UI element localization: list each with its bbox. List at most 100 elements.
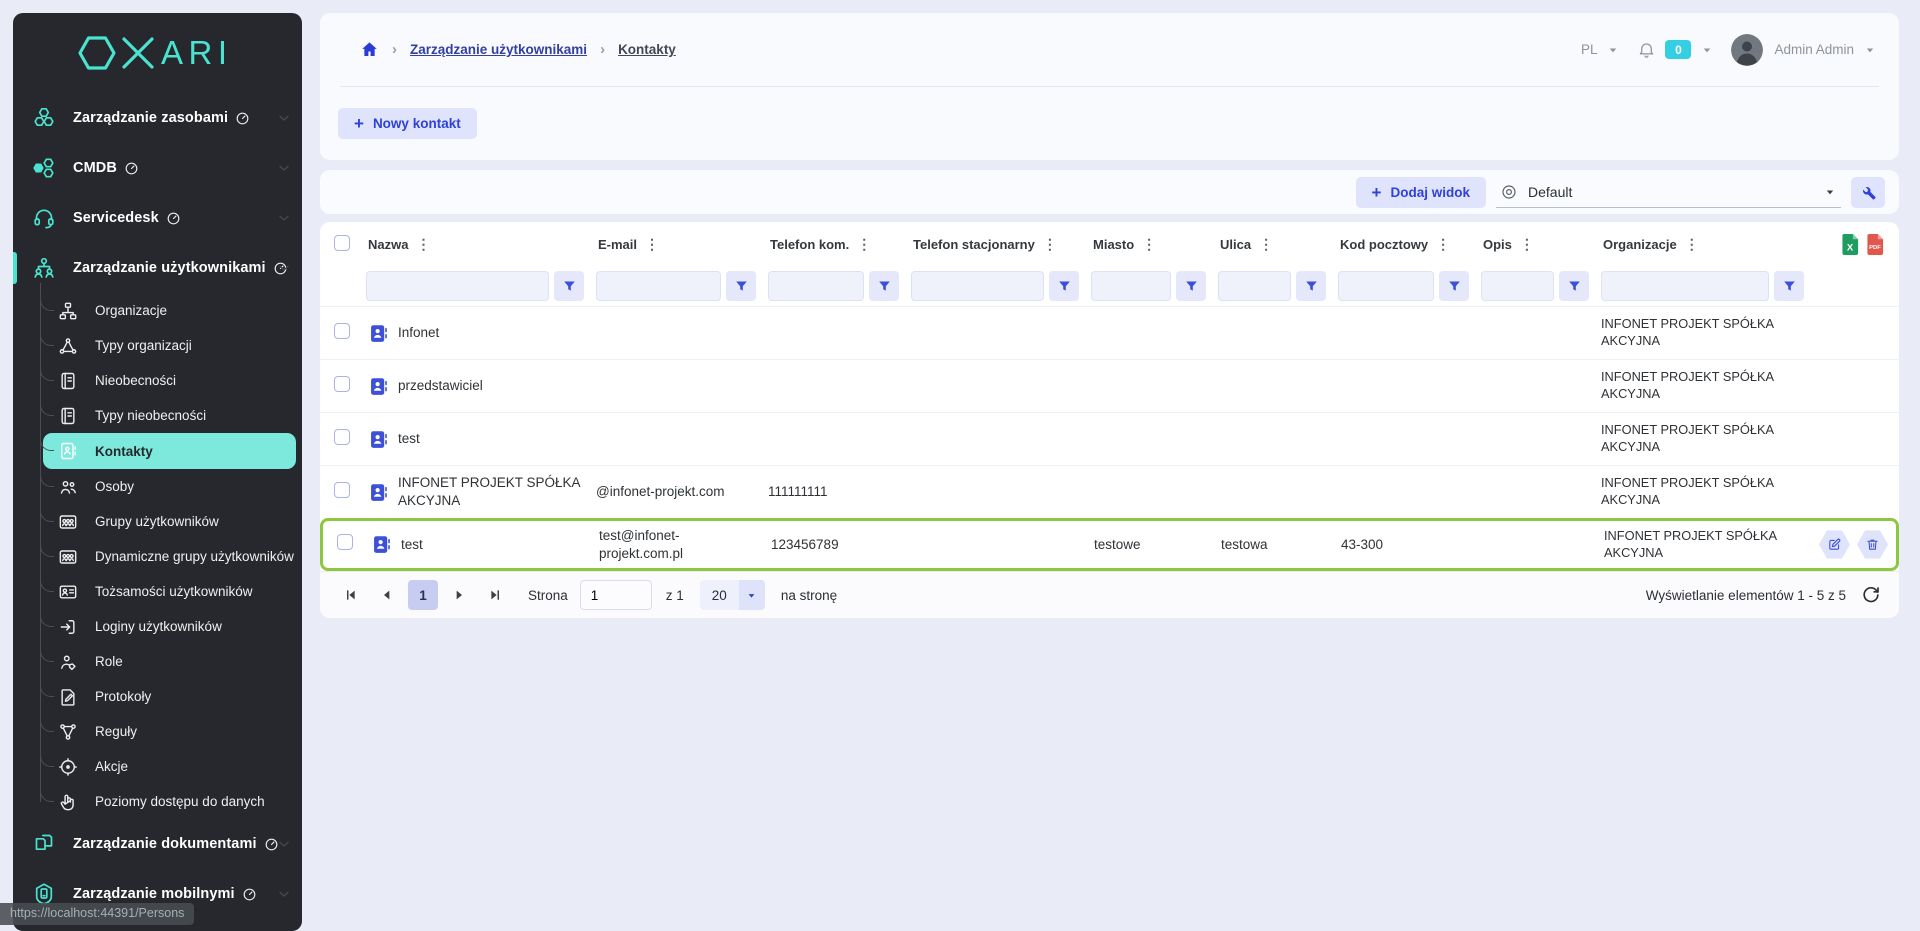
column-header-email[interactable]: E-mail⋮: [596, 236, 768, 253]
filter-input-telefon-stacjonarny[interactable]: [911, 271, 1044, 301]
column-header-nazwa[interactable]: Nazwa⋮: [366, 236, 596, 253]
sidebar-item-typy-organizacji[interactable]: Typy organizacji: [13, 328, 302, 363]
bell-icon[interactable]: [1637, 40, 1656, 59]
breadcrumb-link-contacts[interactable]: Kontakty: [618, 42, 676, 57]
sidebar-item-zarzadzanie-uzytkownikami[interactable]: Zarządzanie użytkownikami: [13, 243, 302, 293]
sidebar-item-loginy-uzytkownikow[interactable]: Loginy użytkowników: [13, 609, 302, 644]
sidebar-item-kontakty[interactable]: Kontakty: [43, 433, 296, 469]
select-all-checkbox[interactable]: [334, 235, 350, 251]
column-menu-icon[interactable]: ⋮: [1685, 236, 1699, 253]
sidebar-item-cmdb[interactable]: CMDB: [13, 143, 302, 193]
row-checkbox[interactable]: [334, 376, 350, 392]
cell-miasto: testowe: [1094, 536, 1221, 554]
first-page-button[interactable]: [336, 580, 366, 610]
chevron-down-icon[interactable]: [1606, 43, 1620, 57]
column-header-kod-pocztowy[interactable]: Kod pocztowy⋮: [1338, 236, 1481, 253]
sidebar-item-servicedesk[interactable]: Servicedesk: [13, 193, 302, 243]
contact-row[interactable]: INFONET PROJEKT SPÓŁKA AKCYJNA@infonet-p…: [320, 465, 1899, 518]
previous-page-button[interactable]: [372, 580, 402, 610]
column-menu-icon[interactable]: ⋮: [857, 236, 871, 253]
filter-button-kod-pocztowy[interactable]: [1439, 271, 1469, 301]
sidebar-item-nieobecnosci[interactable]: Nieobecności: [13, 363, 302, 398]
sidebar-item-organizacje[interactable]: Organizacje: [13, 293, 302, 328]
contact-row[interactable]: przedstawicielINFONET PROJEKT SPÓŁKA AKC…: [320, 359, 1899, 412]
table-filter-row: [320, 266, 1899, 306]
contact-row[interactable]: testtest@infonet-projekt.com.pl123456789…: [320, 518, 1899, 571]
sidebar-item-dynamiczne-grupy-uzytkownikow[interactable]: Dynamiczne grupy użytkowników: [13, 539, 302, 574]
filter-input-email[interactable]: [596, 271, 721, 301]
filter-button-telefon-kom[interactable]: [869, 271, 899, 301]
filter-button-organizacje[interactable]: [1774, 271, 1804, 301]
pdf-export-icon[interactable]: PDF: [1866, 233, 1885, 256]
filter-input-organizacje[interactable]: [1601, 271, 1769, 301]
chevron-down-icon[interactable]: [1863, 43, 1877, 57]
avatar[interactable]: [1731, 34, 1763, 66]
sidebar-item-poziomy-dostepu-do-danych[interactable]: Poziomy dostępu do danych: [13, 784, 302, 819]
row-checkbox[interactable]: [337, 534, 353, 550]
page-size-select[interactable]: 20: [700, 580, 765, 610]
column-menu-icon[interactable]: ⋮: [1436, 236, 1450, 253]
excel-export-icon[interactable]: X: [1841, 233, 1860, 256]
page-number-button[interactable]: 1: [408, 580, 438, 610]
pagination-controls: 1 Strona z 1 20 na stronę: [336, 580, 837, 610]
sidebar-item-typy-nieobecnosci[interactable]: Typy nieobecności: [13, 398, 302, 433]
sidebar-item-akcje[interactable]: Akcje: [13, 749, 302, 784]
breadcrumb-link-users[interactable]: Zarządzanie użytkownikami: [410, 42, 587, 57]
last-page-button[interactable]: [480, 580, 510, 610]
column-header-telefon-stacjonarny[interactable]: Telefon stacjonarny⋮: [911, 236, 1091, 253]
column-menu-icon[interactable]: ⋮: [1043, 236, 1057, 253]
column-menu-icon[interactable]: ⋮: [645, 236, 659, 253]
contact-row[interactable]: testINFONET PROJEKT SPÓŁKA AKCYJNA: [320, 412, 1899, 465]
sidebar-item-tozsamosci-uzytkownikow[interactable]: Tożsamości użytkowników: [13, 574, 302, 609]
row-checkbox[interactable]: [334, 482, 350, 498]
chevron-down-icon[interactable]: [1700, 43, 1714, 57]
sidebar-item-protokoly[interactable]: Protokoły: [13, 679, 302, 714]
edit-row-button[interactable]: [1819, 530, 1850, 560]
sidebar-item-grupy-uzytkownikow[interactable]: Grupy użytkowników: [13, 504, 302, 539]
sidebar-item-zarzadzanie-dokumentami[interactable]: Zarządzanie dokumentami: [13, 819, 302, 869]
filter-button-nazwa[interactable]: [554, 271, 584, 301]
column-header-opis[interactable]: Opis⋮: [1481, 236, 1601, 253]
delete-row-button[interactable]: [1857, 530, 1888, 560]
sidebar-item-zarzadzanie-zasobami[interactable]: Zarządzanie zasobami: [13, 93, 302, 143]
filter-input-nazwa[interactable]: [366, 271, 549, 301]
view-selector[interactable]: Default: [1496, 177, 1841, 208]
sidebar-item-role[interactable]: Role: [13, 644, 302, 679]
breadcrumb: › Zarządzanie użytkownikami › Kontakty: [360, 40, 676, 59]
filter-button-telefon-stacjonarny[interactable]: [1049, 271, 1079, 301]
column-header-ulica[interactable]: Ulica⋮: [1218, 236, 1338, 253]
filter-input-ulica[interactable]: [1218, 271, 1291, 301]
sidebar-item-reguly[interactable]: Reguły: [13, 714, 302, 749]
add-view-button[interactable]: + Dodaj widok: [1356, 177, 1486, 208]
row-checkbox[interactable]: [334, 323, 350, 339]
home-icon[interactable]: [360, 40, 379, 59]
next-page-button[interactable]: [444, 580, 474, 610]
page-input[interactable]: [580, 580, 652, 610]
user-menu[interactable]: Admin Admin: [1774, 42, 1854, 57]
filter-button-opis[interactable]: [1559, 271, 1589, 301]
view-settings-button[interactable]: [1851, 177, 1885, 208]
column-header-miasto[interactable]: Miasto⋮: [1091, 236, 1218, 253]
row-checkbox[interactable]: [334, 429, 350, 445]
column-header-organizacje[interactable]: Organizacje⋮: [1601, 236, 1816, 253]
language-selector[interactable]: PL: [1581, 42, 1598, 57]
filter-input-kod-pocztowy[interactable]: [1338, 271, 1434, 301]
filter-button-email[interactable]: [726, 271, 756, 301]
filter-input-miasto[interactable]: [1091, 271, 1171, 301]
column-menu-icon[interactable]: ⋮: [1142, 236, 1156, 253]
new-contact-button[interactable]: + Nowy kontakt: [338, 108, 477, 139]
filter-input-telefon-kom[interactable]: [768, 271, 864, 301]
column-menu-icon[interactable]: ⋮: [416, 236, 430, 253]
filter-input-opis[interactable]: [1481, 271, 1554, 301]
column-menu-icon[interactable]: ⋮: [1520, 236, 1534, 253]
column-menu-icon[interactable]: ⋮: [1259, 236, 1273, 253]
sidebar-item-label: Reguły: [95, 724, 137, 739]
sidebar-item-osoby[interactable]: Osoby: [13, 469, 302, 504]
gauge-icon: [235, 111, 250, 126]
column-header-telefon-kom[interactable]: Telefon kom.⋮: [768, 236, 911, 253]
refresh-button[interactable]: [1861, 585, 1881, 605]
contact-row[interactable]: InfonetINFONET PROJEKT SPÓŁKA AKCYJNA: [320, 306, 1899, 359]
filter-button-miasto[interactable]: [1176, 271, 1206, 301]
filter-button-ulica[interactable]: [1296, 271, 1326, 301]
filter-cell-telefon-stacjonarny: [911, 271, 1091, 301]
